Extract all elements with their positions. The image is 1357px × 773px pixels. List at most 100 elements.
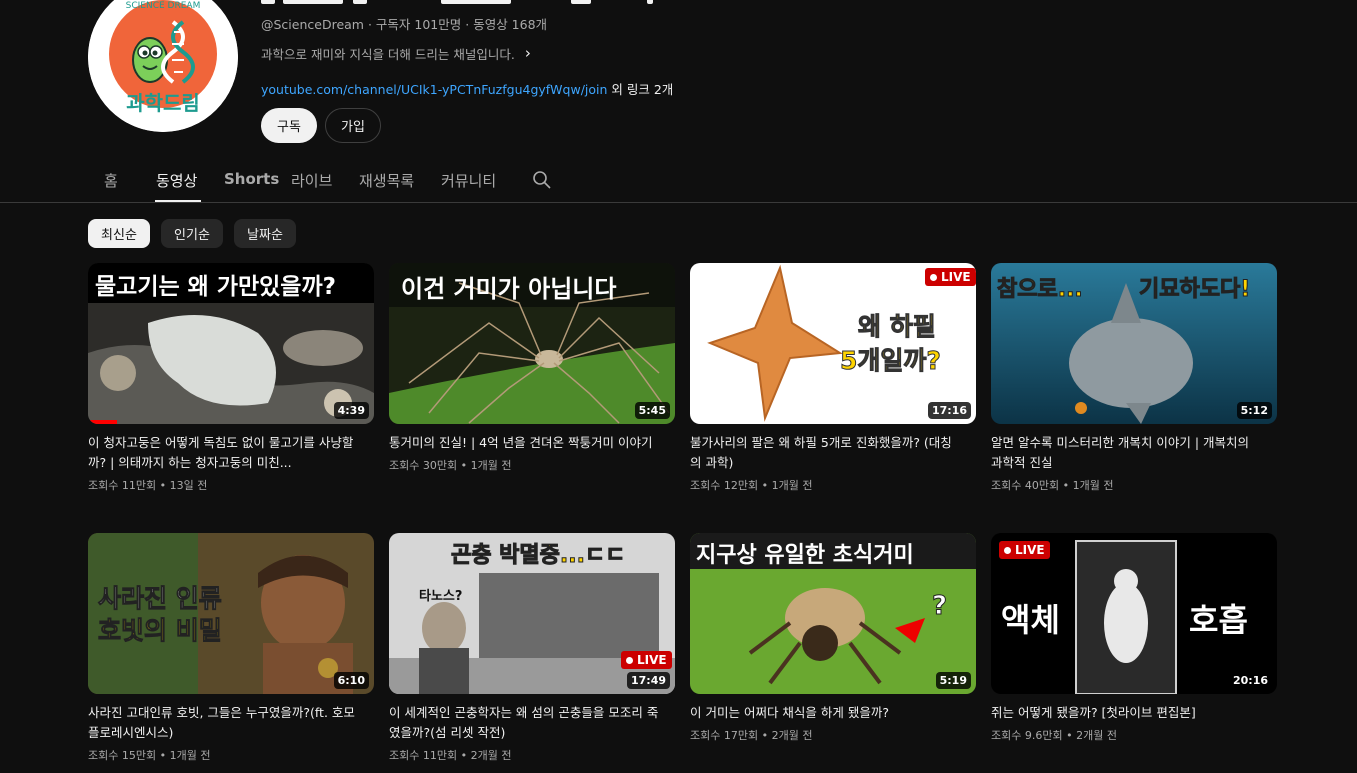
video-thumbnail[interactable]: 참으로... 기묘하도다! 5:12 — [991, 263, 1277, 424]
thumbnail-caption: 참으로... — [997, 277, 1084, 303]
active-tab-indicator — [155, 200, 201, 202]
thumbnail-caption: 물고기는 왜 가만있을까? — [95, 274, 336, 300]
live-badge: LIVE — [999, 541, 1050, 559]
video-duration: 20:16 — [1228, 672, 1272, 689]
channel-join-link[interactable]: youtube.com/channel/UCIk1-yPCTnFuzfgu4gy… — [261, 82, 607, 97]
video-card[interactable]: LIVE 왜 하필 5개일까? 17:16 불가사리의 팔은 왜 하필 5개로 … — [690, 263, 976, 493]
video-thumbnail[interactable]: 사라진 인류 호빗의 비밀 6:10 — [88, 533, 374, 694]
channel-tabs: 홈 동영상 Shorts 라이브 재생목록 커뮤니티 — [0, 158, 1357, 203]
channel-description[interactable]: 과학으로 재미와 지식을 더해 드리는 채널입니다. › — [261, 44, 531, 63]
channel-avatar[interactable]: SCIENCE DREAM 과학드림 — [88, 0, 238, 132]
view-count: 조회수 17만회 — [690, 729, 759, 742]
tab-shorts[interactable]: Shorts — [224, 170, 279, 188]
upload-age: 2개월 전 — [470, 749, 512, 762]
video-thumbnail[interactable]: LIVE 액체 호흡 20:16 — [991, 533, 1277, 694]
live-badge: LIVE — [925, 268, 976, 286]
thumbnail-caption: 액체 — [1001, 601, 1060, 639]
upload-age: 1개월 전 — [169, 749, 211, 762]
channel-description-text: 과학으로 재미와 지식을 더해 드리는 채널입니다. — [261, 47, 515, 62]
channel-handle: @ScienceDream — [261, 17, 364, 32]
view-count: 조회수 12만회 — [690, 479, 759, 492]
channel-title-cropped — [261, 0, 653, 4]
upload-age: 1개월 전 — [470, 459, 512, 472]
chip-latest[interactable]: 최신순 — [88, 219, 150, 248]
watch-progress-bar — [88, 420, 117, 424]
subscriber-count: 구독자 101만명 — [375, 17, 462, 32]
video-thumbnail[interactable]: 물고기는 왜 가만있을까? 4:39 — [88, 263, 374, 424]
thumbnail-caption: 이건 거미가 아닙니다 — [401, 275, 617, 303]
video-title[interactable]: 사라진 고대인류 호빗, 그들은 누구였을까?(ft. 호모 플로레시엔시스) — [88, 703, 374, 743]
video-duration: 5:12 — [1236, 402, 1272, 419]
video-thumbnail[interactable]: 지구상 유일한 초식거미 ? 5:19 — [690, 533, 976, 694]
view-count: 조회수 9.6만회 — [991, 729, 1063, 742]
avatar-ring-text: SCIENCE DREAM — [126, 1, 201, 11]
video-thumbnail[interactable]: LIVE 왜 하필 5개일까? 17:16 — [690, 263, 976, 424]
thumbnail-caption: 호흡 — [1189, 601, 1248, 639]
video-stats: 조회수 11만회 • 13일 전 — [88, 479, 208, 492]
video-title[interactable]: 이 세계적인 곤충학자는 왜 섬의 곤충들을 모조리 죽였을까?(섬 리셋 작전… — [389, 703, 675, 743]
video-card[interactable]: 물고기는 왜 가만있을까? 4:39 이 청자고둥은 어떻게 독침도 없이 물고… — [88, 263, 374, 493]
video-duration: 17:49 — [626, 672, 670, 689]
subscribe-button[interactable]: 구독 — [261, 108, 317, 143]
live-badge: LIVE — [621, 651, 672, 669]
thumbnail-caption: ? — [931, 591, 948, 622]
video-title[interactable]: 알면 알수록 미스터리한 개복치 이야기 | 개복치의 과학적 진실 — [991, 433, 1277, 473]
video-stats: 조회수 15만회 • 1개월 전 — [88, 749, 211, 762]
thumbnail-caption: 사라진 인류 — [98, 584, 223, 614]
thumbnail-caption: 5개일까? — [840, 346, 942, 376]
video-stats: 조회수 11만회 • 2개월 전 — [389, 749, 512, 762]
view-count: 조회수 15만회 — [88, 749, 157, 762]
tab-videos[interactable]: 동영상 — [156, 170, 197, 191]
thumbnail-caption: 왜 하필 — [858, 312, 937, 342]
video-stats: 조회수 40만회 • 1개월 전 — [991, 479, 1114, 492]
video-count: 동영상 168개 — [473, 17, 548, 32]
video-thumbnail[interactable]: 곤충 박멸중...ㄷㄷ 타노스? LIVE 17:49 — [389, 533, 675, 694]
video-duration: 5:19 — [935, 672, 971, 689]
chip-popular[interactable]: 인기순 — [161, 219, 223, 248]
chevron-right-icon[interactable]: › — [525, 46, 531, 61]
chip-oldest[interactable]: 날짜순 — [234, 219, 296, 248]
video-title[interactable]: 불가사리의 팔은 왜 하필 5개로 진화했을까? (대칭의 과학) — [690, 433, 976, 473]
video-duration: 6:10 — [333, 672, 369, 689]
video-card[interactable]: 이건 거미가 아닙니다 5:45 통거미의 진실! | 4억 년을 견뎌온 짝퉁… — [389, 263, 675, 473]
video-card[interactable]: LIVE 액체 호흡 20:16 쥐는 어떻게 됐을까? [첫라이브 편집본] … — [991, 533, 1277, 743]
thumbnail-caption: 지구상 유일한 초식거미 — [696, 543, 914, 568]
video-stats: 조회수 12만회 • 1개월 전 — [690, 479, 813, 492]
video-card[interactable]: 사라진 인류 호빗의 비밀 6:10 사라진 고대인류 호빗, 그들은 누구였을… — [88, 533, 374, 763]
video-card[interactable]: 지구상 유일한 초식거미 ? 5:19 이 거미는 어쩌다 채식을 하게 됐을까… — [690, 533, 976, 743]
tab-live[interactable]: 라이브 — [291, 170, 332, 191]
upload-age: 1개월 전 — [1072, 479, 1114, 492]
video-stats: 조회수 30만회 • 1개월 전 — [389, 459, 512, 472]
channel-links: youtube.com/channel/UCIk1-yPCTnFuzfgu4gy… — [261, 79, 673, 98]
video-title[interactable]: 쥐는 어떻게 됐을까? [첫라이브 편집본] — [991, 703, 1277, 723]
upload-age: 2개월 전 — [1076, 729, 1117, 742]
video-duration: 4:39 — [333, 402, 369, 419]
thumbnail-caption: 곤충 박멸중...ㄷㄷ — [450, 543, 626, 569]
video-card[interactable]: 곤충 박멸중...ㄷㄷ 타노스? LIVE 17:49 이 세계적인 곤충학자는… — [389, 533, 675, 763]
search-icon[interactable] — [532, 170, 552, 190]
view-count: 조회수 30만회 — [389, 459, 458, 472]
science-dream-logo: SCIENCE DREAM 과학드림 — [88, 0, 238, 132]
video-duration: 5:45 — [634, 402, 670, 419]
upload-age: 13일 전 — [169, 479, 208, 492]
more-links[interactable]: 외 링크 2개 — [611, 82, 673, 97]
thumbnail-caption: 호빗의 비밀 — [98, 616, 223, 646]
video-title[interactable]: 이 청자고둥은 어떻게 독침도 없이 물고기를 사냥할까? | 의태까지 하는 … — [88, 433, 374, 473]
view-count: 조회수 40만회 — [991, 479, 1060, 492]
video-card[interactable]: 참으로... 기묘하도다! 5:12 알면 알수록 미스터리한 개복치 이야기 … — [991, 263, 1277, 493]
video-duration: 17:16 — [927, 402, 971, 419]
video-stats: 조회수 9.6만회 • 2개월 전 — [991, 729, 1117, 742]
upload-age: 1개월 전 — [771, 479, 813, 492]
tab-home[interactable]: 홈 — [104, 170, 118, 191]
join-button[interactable]: 가입 — [325, 108, 381, 143]
view-count: 조회수 11만회 — [389, 749, 458, 762]
video-thumbnail[interactable]: 이건 거미가 아닙니다 5:45 — [389, 263, 675, 424]
video-title[interactable]: 이 거미는 어쩌다 채식을 하게 됐을까? — [690, 703, 976, 723]
video-stats: 조회수 17만회 • 2개월 전 — [690, 729, 813, 742]
view-count: 조회수 11만회 — [88, 479, 157, 492]
tab-playlists[interactable]: 재생목록 — [359, 170, 414, 191]
thumbnail-caption: 기묘하도다! — [1138, 277, 1251, 303]
video-title[interactable]: 통거미의 진실! | 4억 년을 견뎌온 짝퉁거미 이야기 — [389, 433, 675, 453]
tab-community[interactable]: 커뮤니티 — [441, 170, 496, 191]
avatar-logo-text: 과학드림 — [126, 91, 200, 115]
